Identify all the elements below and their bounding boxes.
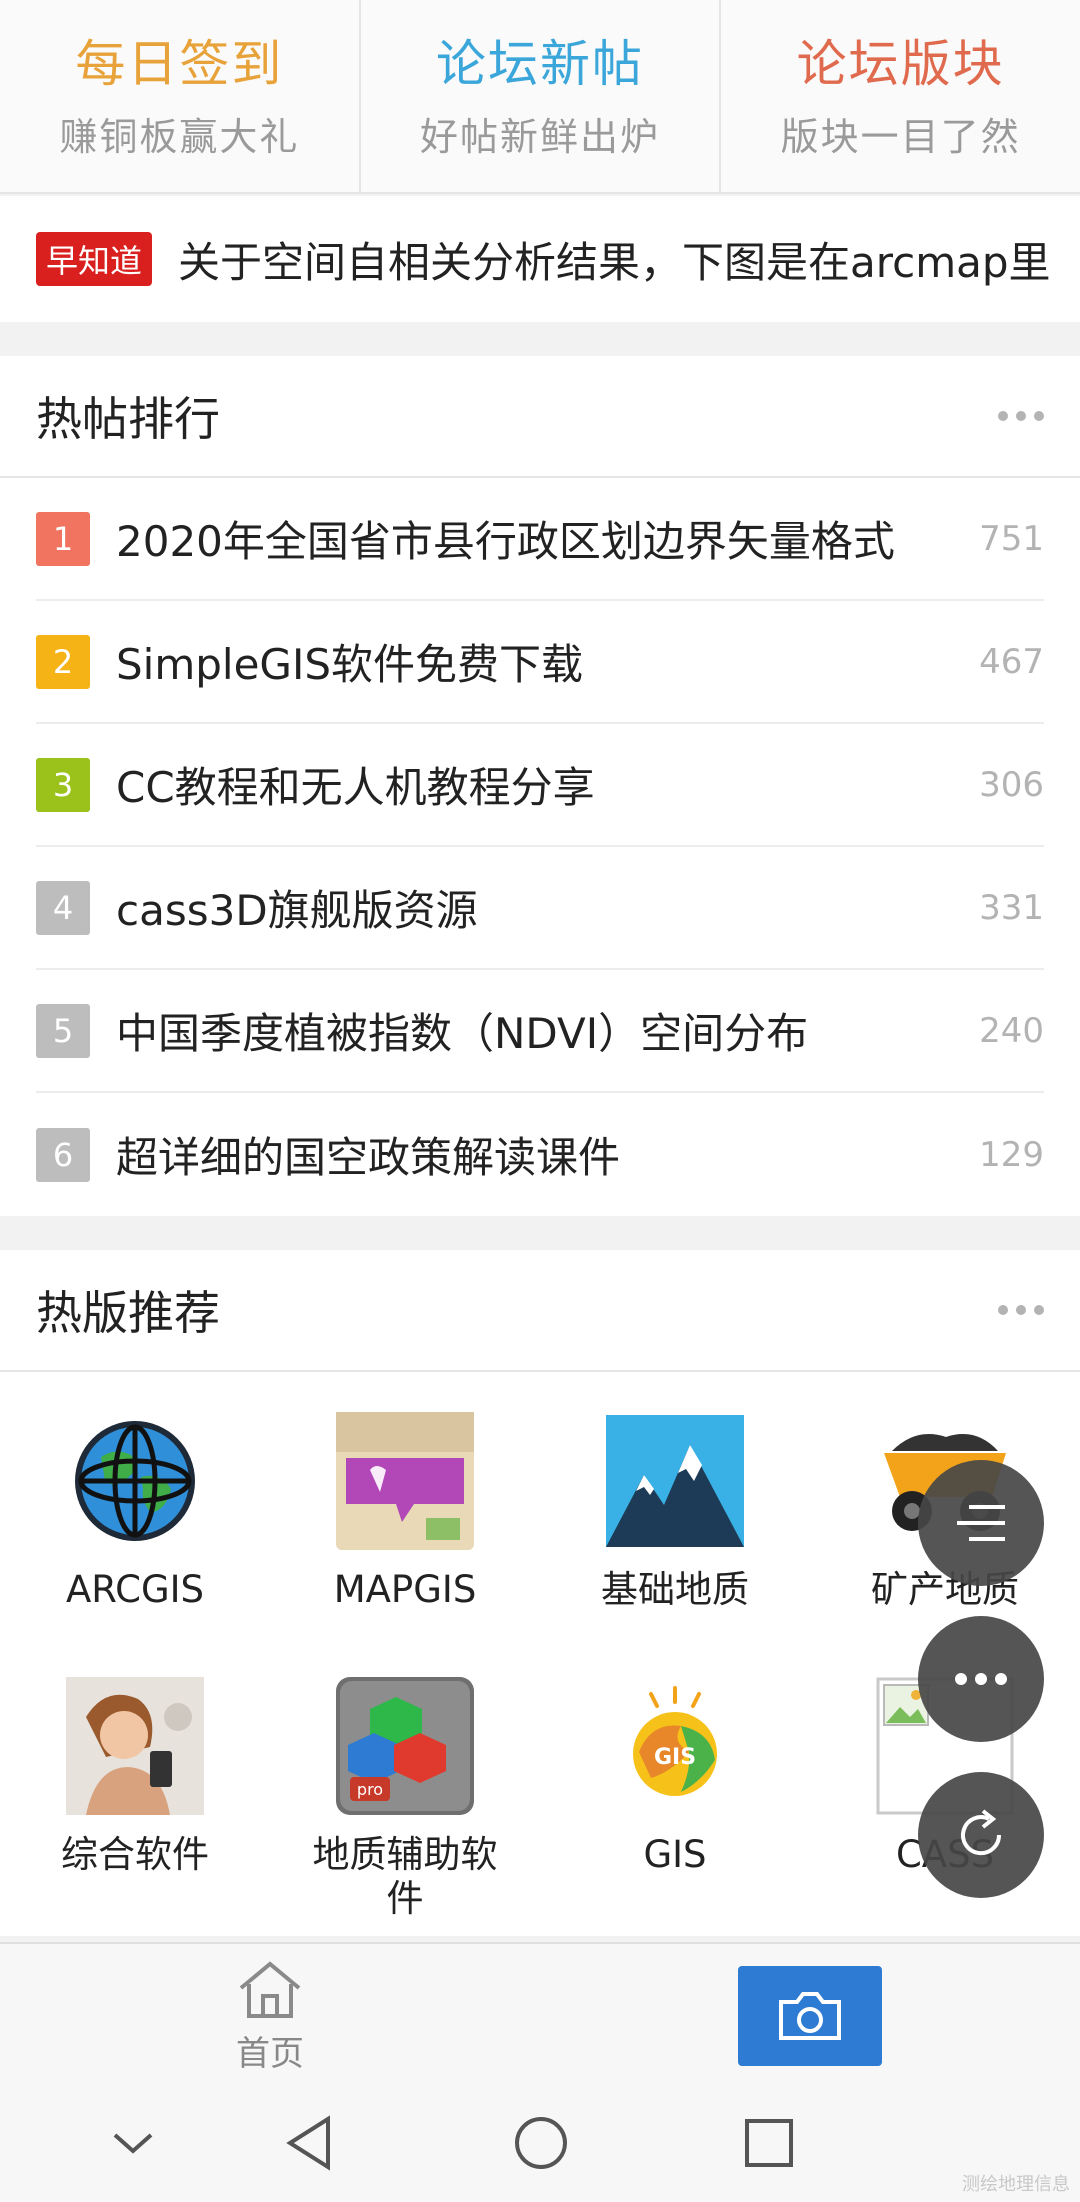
system-nav-bar: 测绘地理信息: [0, 2084, 1080, 2202]
tile-subtitle: 好帖新鲜出炉: [420, 114, 661, 159]
rank-badge: 6: [36, 1127, 90, 1182]
hide-nav-button[interactable]: [100, 2110, 166, 2176]
post-title: cass3D旗舰版资源: [116, 886, 478, 935]
post-title: CC教程和无人机教程分享: [116, 763, 595, 812]
post-title: 中国季度植被指数（NDVI）空间分布: [116, 1009, 809, 1058]
tile-subtitle: 赚铜板赢大礼: [59, 114, 300, 159]
svg-text:GIS: GIS: [654, 1745, 696, 1770]
list-item[interactable]: 6 超详细的国空政策解读课件 129: [36, 1093, 1044, 1216]
recents-button[interactable]: [736, 2110, 802, 2176]
tab-home[interactable]: 首页: [210, 1958, 330, 2075]
post-count: 467: [979, 641, 1044, 682]
list-item[interactable]: 4 cass3D旗舰版资源 331: [36, 847, 1044, 970]
more-icon[interactable]: [998, 411, 1044, 421]
watermark: 测绘地理信息: [962, 2174, 1070, 2195]
recents-square-icon: [745, 2119, 793, 2167]
list-item[interactable]: 3 CC教程和无人机教程分享 306: [36, 724, 1044, 847]
post-count: 240: [979, 1010, 1044, 1051]
section-title: 热帖排行: [36, 392, 220, 446]
menu-fab[interactable]: [918, 1460, 1044, 1586]
refresh-icon: [961, 1809, 1002, 1856]
more-fab[interactable]: [918, 1616, 1044, 1742]
quick-entry-tiles: 每日签到 赚铜板赢大礼 论坛新帖 好帖新鲜出炉 论坛版块 版块一目了然: [0, 0, 1080, 194]
board-general-software[interactable]: 综合软件: [0, 1677, 270, 1942]
tab-home-label: 首页: [236, 2034, 304, 2074]
office-cubes-icon: pro: [336, 1677, 474, 1815]
back-triangle-icon: [286, 2115, 330, 2171]
gis-logo-icon: GIS: [606, 1677, 744, 1815]
boards-grid: ARCGIS MAPGIS 基础地质 矿产地质 综合软件 pro 地质辅助软件 …: [0, 1372, 1080, 1942]
camera-button[interactable]: [738, 1966, 882, 2066]
board-label: 基础地质: [601, 1568, 749, 1611]
rank-badge: 4: [36, 880, 90, 935]
menu-lines-icon: [957, 1505, 1005, 1541]
list-item[interactable]: 1 2020年全国省市县行政区划边界矢量格式 751: [36, 478, 1044, 601]
tile-title: 论坛新帖: [436, 34, 644, 93]
tile-forum-boards[interactable]: 论坛版块 版块一目了然: [721, 0, 1080, 192]
rank-badge: 1: [36, 511, 90, 566]
ticker-badge: 早知道: [36, 232, 153, 286]
more-icon[interactable]: [998, 1305, 1044, 1315]
tile-title: 每日签到: [75, 34, 284, 93]
globe-icon: [66, 1412, 204, 1550]
home-circle-icon: [515, 2117, 567, 2169]
mountain-icon: [606, 1412, 744, 1550]
board-label: GIS: [643, 1833, 707, 1876]
more-dots-icon: [955, 1673, 1007, 1685]
back-button[interactable]: [276, 2110, 342, 2176]
hot-posts-header: 热帖排行: [0, 356, 1080, 478]
news-ticker[interactable]: 早知道 关于空间自相关分析结果，下图是在arcmap里: [0, 196, 1080, 322]
post-count: 331: [979, 887, 1044, 928]
home-nav-button[interactable]: [508, 2110, 574, 2176]
list-item[interactable]: 5 中国季度植被指数（NDVI）空间分布 240: [36, 970, 1044, 1093]
tile-title: 论坛版块: [796, 34, 1005, 93]
camera-icon: [779, 1992, 841, 2040]
tile-daily-checkin[interactable]: 每日签到 赚铜板赢大礼: [0, 0, 361, 192]
hot-posts-section: 热帖排行 1 2020年全国省市县行政区划边界矢量格式 751 2 Simple…: [0, 356, 1080, 1216]
board-geo-aux-software[interactable]: pro 地质辅助软件: [270, 1677, 540, 1942]
board-basic-geology[interactable]: 基础地质: [540, 1412, 810, 1677]
tile-subtitle: 版块一目了然: [780, 114, 1021, 159]
woman-phone-photo-icon: [66, 1677, 204, 1815]
ticker-text[interactable]: 关于空间自相关分析结果，下图是在arcmap里: [178, 229, 1051, 290]
post-count: 306: [979, 764, 1044, 805]
list-item[interactable]: 2 SimpleGIS软件免费下载 467: [36, 601, 1044, 724]
board-label: ARCGIS: [65, 1568, 205, 1611]
svg-text:pro: pro: [357, 1780, 383, 1799]
board-label: MAPGIS: [333, 1568, 477, 1611]
tile-new-posts[interactable]: 论坛新帖 好帖新鲜出炉: [361, 0, 722, 192]
post-title: 超详细的国空政策解读课件: [116, 1133, 621, 1182]
board-label: 综合软件: [61, 1833, 209, 1876]
post-count: 751: [979, 518, 1044, 559]
section-title: 热版推荐: [36, 1286, 220, 1340]
board-arcgis[interactable]: ARCGIS: [0, 1412, 270, 1677]
bottom-tab-bar: 首页: [0, 1942, 1080, 2084]
hot-boards-header: 热版推荐: [0, 1250, 1080, 1372]
rank-badge: 2: [36, 634, 90, 689]
home-icon: [239, 1961, 301, 2018]
board-mapgis[interactable]: MAPGIS: [270, 1412, 540, 1677]
rank-badge: 3: [36, 757, 90, 812]
post-title: SimpleGIS软件免费下载: [116, 640, 584, 689]
post-title: 2020年全国省市县行政区划边界矢量格式: [116, 517, 895, 566]
refresh-fab[interactable]: [918, 1772, 1044, 1898]
board-label: 地质辅助软件: [312, 1833, 498, 1920]
hot-posts-list: 1 2020年全国省市县行政区划边界矢量格式 751 2 SimpleGIS软件…: [0, 478, 1080, 1216]
chevron-down-icon: [113, 2133, 153, 2154]
board-gis[interactable]: GIS GIS: [540, 1677, 810, 1942]
rank-badge: 5: [36, 1003, 90, 1058]
post-count: 129: [979, 1134, 1044, 1175]
mapgis-logo-icon: [336, 1412, 474, 1550]
